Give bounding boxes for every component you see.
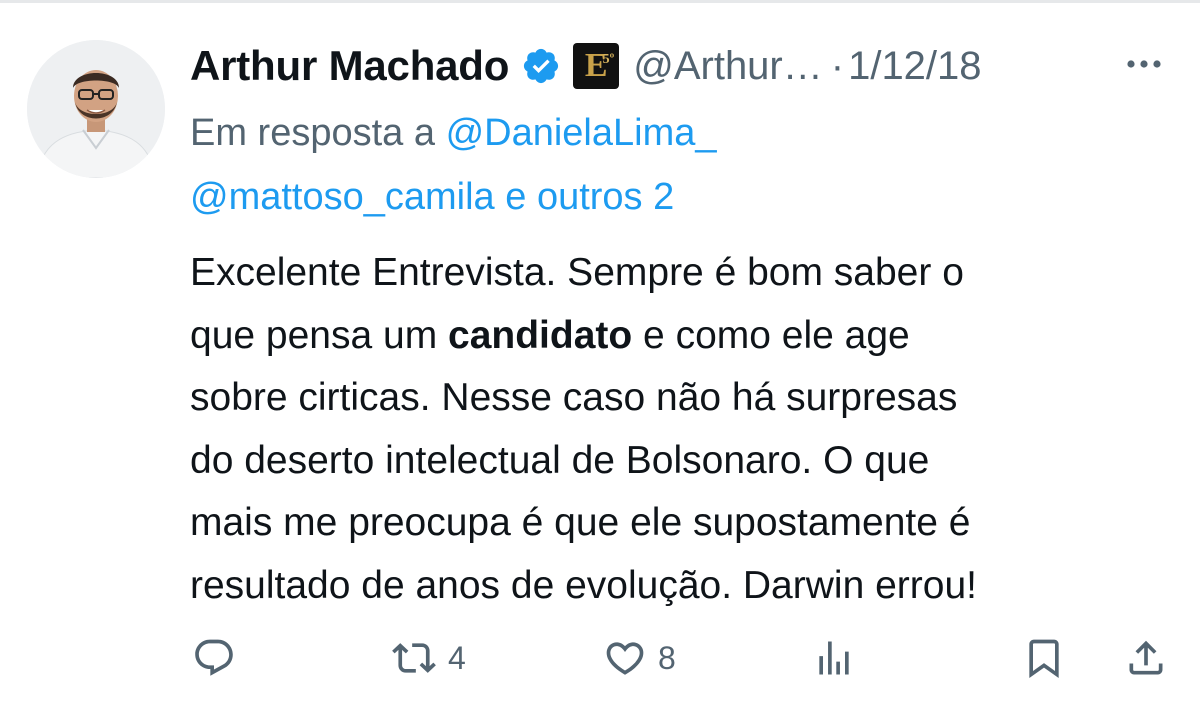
verified-badge-icon[interactable] [521, 46, 561, 86]
avatar[interactable] [27, 40, 165, 178]
affiliate-badge[interactable]: E 5º [573, 43, 620, 89]
like-button[interactable]: 8 [602, 630, 676, 686]
tweet-header: Arthur Machado E 5º @Arthur… · 1/12/18 [190, 36, 1180, 96]
tweet-text-line: Excelente Entrevista. Sempre é bom saber… [190, 251, 964, 294]
author-name[interactable]: Arthur Machado [190, 42, 509, 90]
tweet-text-line: sobre cirticas. Nesse caso não há surpre… [190, 376, 958, 419]
reply-context: Em resposta a @DanielaLima_ [190, 110, 717, 156]
action-bar: 4 8 [190, 630, 1180, 686]
views-bars-icon [819, 641, 849, 675]
like-count: 8 [658, 639, 676, 676]
reply-button[interactable] [192, 630, 236, 686]
retweet-count: 4 [448, 639, 466, 676]
retweet-icon [392, 643, 436, 673]
affiliate-badge-superscript: 5º [602, 52, 615, 67]
reply-context-continued: @mattoso_camila e outros 2 [190, 174, 674, 220]
bold-text: candidato [448, 313, 633, 357]
reply-bubble-icon [195, 639, 233, 676]
ellipsis-icon [1127, 60, 1161, 68]
top-divider [0, 0, 1200, 3]
heart-icon [606, 642, 644, 675]
tweet-text-line: que pensa um candidato e como ele age [190, 305, 1180, 368]
bookmark-button[interactable] [1022, 630, 1066, 686]
retweet-button[interactable]: 4 [390, 630, 466, 686]
bookmark-icon [1029, 639, 1059, 679]
share-icon [1129, 640, 1163, 675]
mention-link[interactable]: @DanielaLima_ [446, 112, 717, 154]
tweet-text-line: mais me preocupa é que ele supostamente … [190, 501, 971, 544]
more-options-button[interactable] [1120, 46, 1168, 82]
separator-dot: · [830, 43, 845, 88]
share-button[interactable] [1124, 630, 1168, 686]
author-handle[interactable]: @Arthur… [633, 44, 823, 89]
avatar-image [27, 40, 165, 178]
tweet-date[interactable]: 1/12/18 [848, 44, 981, 89]
text-run: que pensa um [190, 313, 449, 357]
views-button[interactable] [812, 630, 856, 686]
others-link[interactable]: e outros 2 [505, 176, 674, 218]
tweet-text: Excelente Entrevista. Sempre é bom saber… [190, 242, 1180, 617]
text-run: e como ele age [632, 313, 910, 357]
tweet-text-line: resultado de anos de evolução. Darwin er… [190, 563, 977, 607]
tweet-text-line: do deserto intelectual de Bolsonaro. O q… [190, 438, 930, 482]
reply-prefix: Em resposta a [190, 112, 435, 154]
mention-link[interactable]: @mattoso_camila [190, 176, 495, 218]
